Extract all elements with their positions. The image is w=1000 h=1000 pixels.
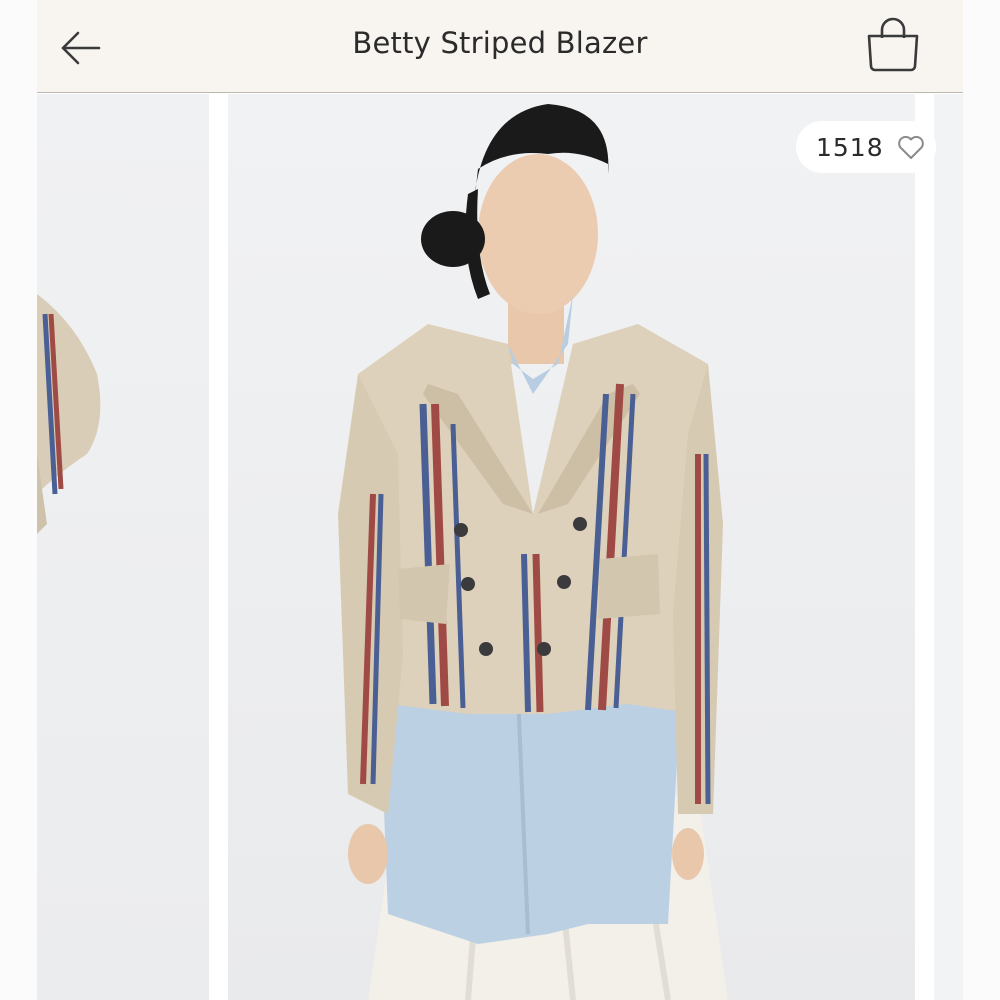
heart-outline-icon	[896, 133, 926, 161]
previous-product-photo[interactable]	[37, 94, 209, 1000]
striped-blazer-illustration	[338, 104, 728, 1000]
like-button[interactable]: 1518	[796, 121, 936, 173]
product-image-gallery[interactable]	[37, 94, 963, 1000]
page-title: Betty Striped Blazer	[352, 26, 648, 60]
likes-count: 1518	[816, 132, 884, 162]
shopping-bag-button[interactable]	[863, 16, 923, 72]
model-wearing-striped-blazer-photo[interactable]	[228, 94, 915, 1000]
blazer-sleeve-image	[37, 294, 101, 534]
app-header: Betty Striped Blazer	[37, 0, 963, 93]
next-product-photo[interactable]	[934, 94, 963, 1000]
right-margin	[963, 0, 1000, 1000]
left-margin	[0, 0, 37, 1000]
shopping-bag-icon	[867, 17, 919, 72]
